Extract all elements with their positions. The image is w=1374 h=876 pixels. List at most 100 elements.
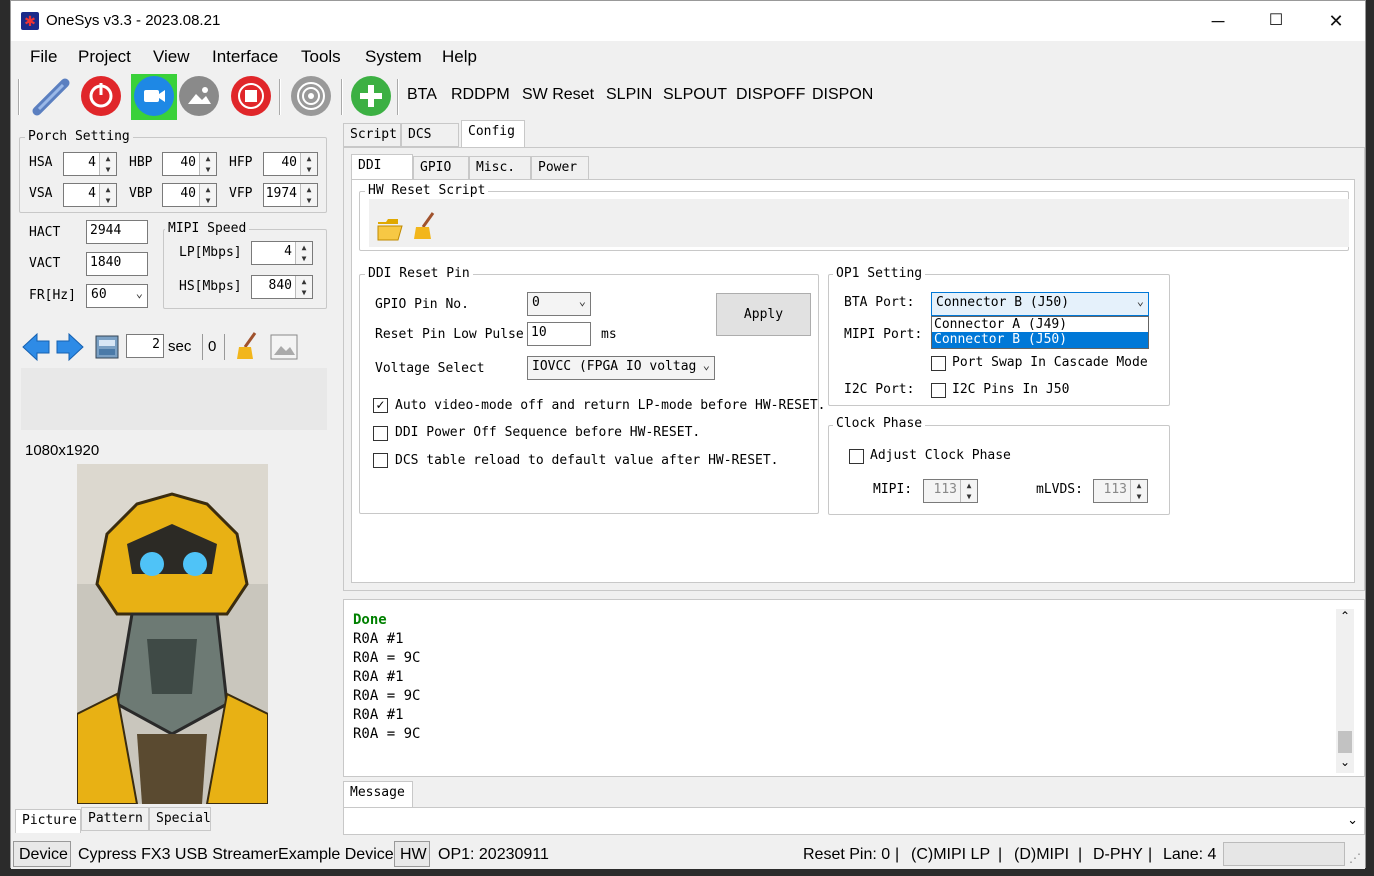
dcs-reload-checkbox[interactable] (373, 453, 388, 468)
slpin-button[interactable]: SLPIN (606, 86, 652, 104)
tab-pattern[interactable]: Pattern (81, 807, 149, 831)
mlvds-spinner[interactable]: 113 ▲ ▼ (1093, 479, 1148, 503)
spinner-arrows-icon[interactable]: ▲ ▼ (199, 153, 216, 175)
tab-power[interactable]: Power (531, 156, 589, 180)
rddpm-button[interactable]: RDDPM (451, 86, 510, 104)
scroll-up-icon[interactable]: ⌃ (1336, 609, 1354, 623)
stop-icon[interactable] (231, 76, 271, 116)
fr-select[interactable]: 60 ⌄ (86, 284, 148, 308)
maximize-button[interactable]: ☐ (1247, 1, 1305, 41)
title-bar: ✱ OneSys v3.3 - 2023.08.21 ─ ☐ ✕ (11, 1, 1365, 41)
chevron-down-icon: ⌄ (1136, 294, 1144, 308)
dispoff-button[interactable]: DISPOFF (736, 86, 805, 104)
resize-grip-icon[interactable]: ⋰ (1349, 851, 1361, 865)
port-swap-checkbox[interactable] (931, 356, 946, 371)
picture-icon[interactable] (269, 333, 299, 361)
spinner-arrows-icon[interactable]: ▲ ▼ (300, 184, 317, 206)
spinner-arrows-icon[interactable]: ▲ ▼ (295, 242, 312, 264)
menu-project[interactable]: Project (78, 47, 131, 67)
hfp-spinner[interactable]: 40 ▲ ▼ (263, 152, 318, 176)
minimize-button[interactable]: ─ (1189, 1, 1247, 41)
hs-spinner[interactable]: 840 ▲ ▼ (251, 275, 313, 299)
spinner-arrows-icon[interactable]: ▲ ▼ (199, 184, 216, 206)
spinner-arrows-icon[interactable]: ▲ ▼ (1130, 480, 1147, 502)
toolbar-separator (341, 79, 343, 115)
bta-button[interactable]: BTA (407, 86, 437, 104)
hfp-value: 40 (281, 155, 297, 170)
film-icon[interactable] (94, 334, 120, 360)
apply-button[interactable]: Apply (716, 293, 811, 336)
vsa-label: VSA (29, 186, 53, 201)
previous-arrow-icon[interactable] (21, 331, 51, 363)
broadcast-icon[interactable] (291, 76, 331, 116)
log-scrollbar[interactable]: ⌃ ⌄ (1336, 609, 1354, 773)
dispon-button[interactable]: DISPON (812, 86, 873, 104)
open-folder-icon[interactable] (376, 214, 404, 242)
bta-port-select[interactable]: Connector B (J50) ⌄ (931, 292, 1149, 316)
spinner-arrows-icon[interactable]: ▲ ▼ (99, 153, 116, 175)
hs-label: HS[Mbps] (179, 279, 242, 294)
menu-tools[interactable]: Tools (301, 47, 341, 67)
vbp-value: 40 (180, 186, 196, 201)
scroll-thumb[interactable] (1338, 731, 1352, 753)
vsa-spinner[interactable]: 4 ▲ ▼ (63, 183, 117, 207)
menu-file[interactable]: File (30, 47, 57, 67)
clock-mipi-spinner[interactable]: 113 ▲ ▼ (923, 479, 978, 503)
broom-icon[interactable] (235, 331, 261, 361)
next-arrow-icon[interactable] (55, 331, 85, 363)
scroll-down-icon[interactable]: ⌄ (1336, 755, 1354, 769)
lp-spinner[interactable]: 4 ▲ ▼ (251, 241, 313, 265)
gpio-pin-select[interactable]: 0 ⌄ (527, 292, 591, 316)
tab-dcs[interactable]: DCS (401, 123, 459, 147)
spinner-arrows-icon[interactable]: ▲ ▼ (99, 184, 116, 206)
image-icon[interactable] (179, 76, 219, 116)
tab-picture[interactable]: Picture (15, 809, 81, 833)
menu-help[interactable]: Help (442, 47, 477, 67)
menu-view[interactable]: View (153, 47, 190, 67)
reset-pulse-unit: ms (601, 327, 617, 342)
i2c-pins-checkbox[interactable] (931, 383, 946, 398)
menu-interface[interactable]: Interface (212, 47, 278, 67)
spinner-arrows-icon[interactable]: ▲ ▼ (295, 276, 312, 298)
spinner-arrows-icon[interactable]: ▲ ▼ (960, 480, 977, 502)
reset-pulse-field[interactable]: 10 (527, 322, 591, 346)
chevron-down-icon[interactable]: ⌄ (1347, 812, 1358, 828)
hbp-spinner[interactable]: 40 ▲ ▼ (162, 152, 217, 176)
menu-system[interactable]: System (365, 47, 422, 67)
tab-special[interactable]: Special (149, 807, 211, 831)
chevron-down-icon: ⌄ (135, 286, 143, 300)
hact-field[interactable]: 2944 (86, 220, 148, 244)
spinner-arrows-icon[interactable]: ▲ ▼ (300, 153, 317, 175)
vfp-value: 1974 (265, 186, 297, 201)
sw-reset-button[interactable]: SW Reset (522, 86, 594, 104)
camera-icon[interactable] (134, 76, 174, 116)
option-connector-b[interactable]: Connector B (J50) (932, 332, 1148, 348)
vfp-spinner[interactable]: 1974 ▲ ▼ (263, 183, 318, 207)
message-input[interactable]: ⌄ (343, 807, 1365, 835)
tab-script[interactable]: Script (343, 123, 401, 147)
broom-icon[interactable] (411, 211, 439, 241)
hw-button[interactable]: HW (394, 841, 430, 867)
close-button[interactable]: ✕ (1307, 1, 1365, 41)
device-button[interactable]: Device (13, 841, 71, 867)
tab-misc[interactable]: Misc. (469, 156, 531, 180)
vbp-spinner[interactable]: 40 ▲ ▼ (162, 183, 217, 207)
plug-icon[interactable] (31, 77, 71, 117)
add-icon[interactable] (351, 76, 391, 116)
vact-field[interactable]: 1840 (86, 252, 148, 276)
voltage-select[interactable]: IOVCC (FPGA IO voltag ⌄ (527, 356, 715, 380)
power-icon[interactable] (81, 76, 121, 116)
c-mipi-status: (C)MIPI LP (911, 846, 991, 863)
log-output[interactable]: Done R0A #1 R0A = 9C R0A #1 R0A = 9C R0A… (343, 599, 1365, 777)
tab-ddi[interactable]: DDI (351, 154, 413, 182)
tab-message[interactable]: Message (343, 781, 413, 807)
hsa-spinner[interactable]: 4 ▲ ▼ (63, 152, 117, 176)
tab-gpio[interactable]: GPIO (413, 156, 469, 180)
tab-config[interactable]: Config (461, 120, 525, 148)
interval-field[interactable]: 2 (126, 334, 164, 358)
auto-video-off-checkbox[interactable]: ✓ (373, 398, 388, 413)
slpout-button[interactable]: SLPOUT (663, 86, 727, 104)
ddi-power-off-checkbox[interactable] (373, 426, 388, 441)
option-connector-a[interactable]: Connector A (J49) (932, 317, 1148, 332)
adjust-clock-checkbox[interactable] (849, 449, 864, 464)
